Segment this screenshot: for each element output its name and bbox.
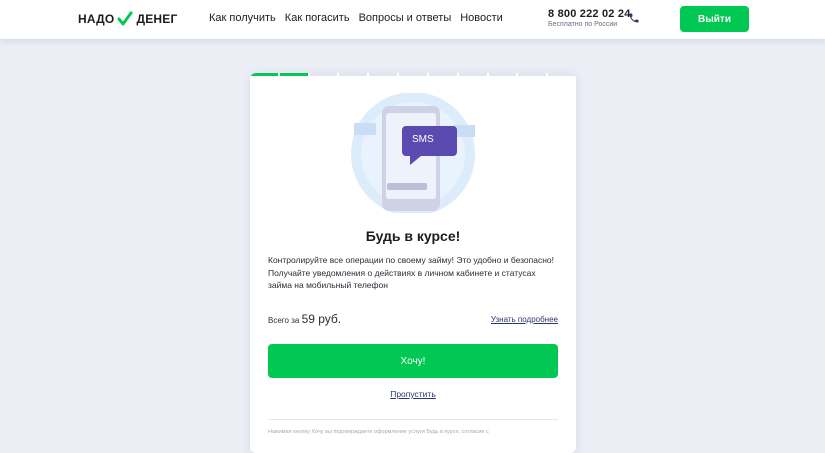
divider xyxy=(268,419,558,420)
phone-icon[interactable] xyxy=(628,12,640,24)
progress-segment xyxy=(428,73,457,76)
progress-segment xyxy=(369,73,398,76)
phone-sms-illustration xyxy=(351,93,475,213)
progress-bar xyxy=(250,73,576,76)
progress-segment xyxy=(399,73,427,76)
price-text: Всего за 59 руб. xyxy=(268,312,341,326)
logo-text-right: ДЕНЕГ xyxy=(136,12,178,26)
logout-button[interactable]: Выйти xyxy=(680,6,749,32)
progress-segment xyxy=(250,73,278,76)
phone-number[interactable]: 8 800 222 02 24 xyxy=(548,8,631,20)
progress-segment xyxy=(279,73,308,76)
logo-check-icon xyxy=(117,11,133,26)
skip-link[interactable]: Пропустить xyxy=(250,389,576,399)
want-button[interactable]: Хочу! xyxy=(268,344,558,378)
description-line-1: Контролируйте все операции по своему зай… xyxy=(268,255,555,265)
fine-print: Нажимая кнопку Хочу вы подтверждаете офо… xyxy=(268,429,489,435)
phone-caption: Бесплатно по России xyxy=(548,21,618,28)
progress-segment xyxy=(488,73,517,76)
progress-segment xyxy=(458,73,487,76)
card-title: Будь в курсе! xyxy=(365,228,461,244)
card-description: Контролируйте все операции по своему зай… xyxy=(268,254,560,292)
price-amount: 59 руб. xyxy=(301,312,342,326)
logo-text-left: НАДО xyxy=(78,12,115,26)
description-line-2: Получайте уведомления о действиях в личн… xyxy=(268,267,536,291)
main-nav: Как получить Как погасить Вопросы и отве… xyxy=(209,12,503,24)
progress-segment xyxy=(518,73,547,76)
nav-item-how-to-get[interactable]: Как получить xyxy=(209,12,276,24)
phone-block[interactable]: 8 800 222 02 24 Бесплатно по России xyxy=(548,8,631,28)
progress-segment xyxy=(309,73,338,76)
nav-item-news[interactable]: Новости xyxy=(460,12,503,24)
price-prefix: Всего за xyxy=(268,316,300,325)
sms-bubble-label: SMS xyxy=(412,134,434,145)
nav-item-how-to-repay[interactable]: Как погасить xyxy=(285,12,350,24)
learn-more-link[interactable]: Узнать подробнее xyxy=(491,315,558,324)
nav-item-faq[interactable]: Вопросы и ответы xyxy=(359,12,452,24)
site-header: НАДО ДЕНЕГ Как получить Как погасить Воп… xyxy=(0,0,825,39)
progress-segment xyxy=(548,73,576,76)
progress-segment xyxy=(339,73,368,76)
sms-offer-card: SMS Будь в курсе! Контролируйте все опер… xyxy=(250,73,576,453)
logo[interactable]: НАДО ДЕНЕГ xyxy=(78,10,178,28)
